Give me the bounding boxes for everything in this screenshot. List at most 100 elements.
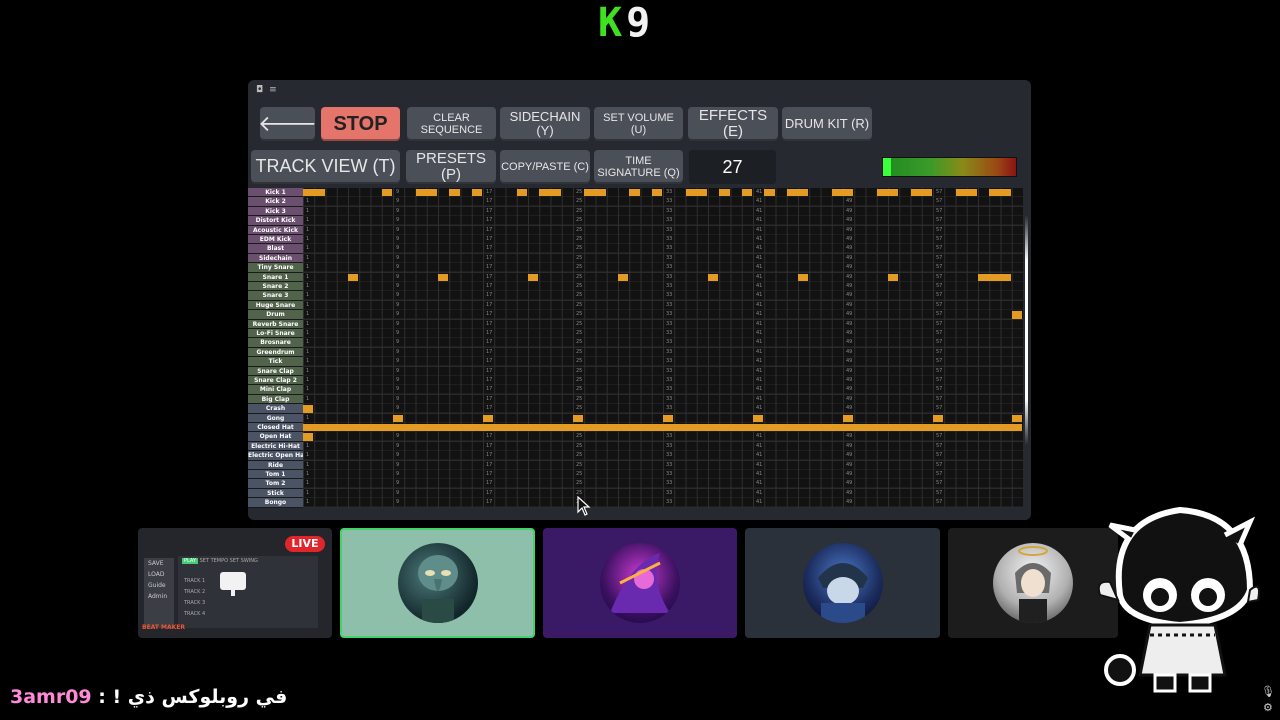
track-label[interactable]: Tick bbox=[248, 357, 303, 367]
presets-button[interactable]: PRESETS (P) bbox=[406, 150, 496, 184]
track-label[interactable]: Ride bbox=[248, 460, 303, 470]
track-label[interactable]: Kick 1 bbox=[248, 188, 303, 198]
track-label[interactable]: Tom 1 bbox=[248, 470, 303, 480]
active-note[interactable] bbox=[843, 414, 854, 422]
step-cells[interactable]: 19172533414957 bbox=[303, 357, 1023, 367]
track-label[interactable]: Tiny Snare bbox=[248, 263, 303, 273]
active-note[interactable] bbox=[483, 414, 494, 422]
step-cells[interactable]: 19172533414957 bbox=[303, 413, 1023, 423]
step-cells[interactable]: 19172533414957 bbox=[303, 291, 1023, 301]
active-note[interactable] bbox=[584, 189, 606, 197]
active-note[interactable] bbox=[303, 189, 325, 197]
track-label[interactable]: Mini Clap bbox=[248, 385, 303, 395]
participant-tile-2[interactable] bbox=[543, 528, 737, 638]
active-note[interactable] bbox=[303, 433, 314, 441]
step-cells[interactable]: 19172533414957 bbox=[303, 272, 1023, 282]
active-note[interactable] bbox=[1011, 414, 1022, 422]
track-label[interactable]: Huge Snare bbox=[248, 300, 303, 311]
track-label[interactable]: Tom 2 bbox=[248, 479, 303, 489]
active-note[interactable] bbox=[573, 414, 584, 422]
step-cells[interactable]: 19172533414957 bbox=[303, 470, 1023, 480]
step-cells[interactable]: 19172533414957 bbox=[303, 197, 1023, 207]
participant-tile-1[interactable] bbox=[340, 528, 535, 638]
active-note[interactable] bbox=[708, 273, 719, 281]
clear-sequence-button[interactable]: CLEAR SEQUENCE bbox=[407, 107, 496, 141]
active-note[interactable] bbox=[989, 189, 1011, 197]
active-note[interactable] bbox=[978, 273, 1011, 281]
step-cells[interactable]: 19172533414957 bbox=[303, 385, 1023, 395]
active-note[interactable] bbox=[393, 414, 404, 422]
step-cells[interactable]: 19172533414957 bbox=[303, 319, 1023, 329]
active-note[interactable] bbox=[955, 189, 977, 197]
set-volume-button[interactable]: SET VOLUME (U) bbox=[594, 107, 683, 141]
track-label[interactable]: Distort Kick bbox=[248, 216, 303, 226]
track-label[interactable]: Snare Clap bbox=[248, 366, 303, 376]
step-cells[interactable]: 19172533414957 bbox=[303, 253, 1023, 264]
tempo-input[interactable]: 27 bbox=[689, 150, 776, 184]
active-note[interactable] bbox=[528, 273, 539, 281]
track-label[interactable]: Open Hat bbox=[248, 432, 303, 442]
track-label[interactable]: Brosnare bbox=[248, 338, 303, 348]
track-label[interactable]: Crash bbox=[248, 404, 303, 414]
track-label[interactable]: Drum bbox=[248, 310, 303, 320]
back-button[interactable]: 🡐 bbox=[258, 107, 317, 141]
active-note[interactable] bbox=[876, 189, 899, 197]
track-label[interactable]: Lo-Fi Snare bbox=[248, 329, 303, 339]
active-note[interactable] bbox=[438, 273, 449, 281]
track-label[interactable]: Snare Clap 2 bbox=[248, 376, 303, 386]
step-cells[interactable]: 19172533414957 bbox=[303, 432, 1023, 442]
participant-tile-3[interactable] bbox=[745, 528, 940, 638]
active-note[interactable] bbox=[1011, 311, 1022, 319]
track-label[interactable]: EDM Kick bbox=[248, 235, 303, 245]
track-label[interactable]: Greendrum bbox=[248, 347, 303, 358]
track-view-button[interactable]: TRACK VIEW (T) bbox=[251, 150, 400, 184]
step-cells[interactable]: 19172533414957 bbox=[303, 451, 1023, 461]
active-note[interactable] bbox=[685, 189, 707, 197]
active-note[interactable] bbox=[831, 189, 854, 197]
copy-paste-button[interactable]: COPY/PASTE (C) bbox=[500, 150, 590, 184]
active-note[interactable] bbox=[651, 189, 662, 197]
active-note[interactable] bbox=[663, 414, 674, 422]
step-cells[interactable]: 19172533414957 bbox=[303, 206, 1023, 217]
track-label[interactable]: Snare 3 bbox=[248, 291, 303, 301]
track-label[interactable]: Snare 2 bbox=[248, 282, 303, 292]
step-cells[interactable]: 19172533414957 bbox=[303, 225, 1023, 235]
track-label[interactable]: Big Clap bbox=[248, 394, 303, 405]
step-cells[interactable]: 19172533414957 bbox=[303, 479, 1023, 489]
step-cells[interactable]: 19172533414957 bbox=[303, 423, 1023, 433]
active-note[interactable] bbox=[381, 189, 392, 197]
step-cells[interactable]: 19172533414957 bbox=[303, 404, 1023, 414]
track-label[interactable]: Snare 1 bbox=[248, 272, 303, 282]
track-label[interactable]: Closed Hat bbox=[248, 423, 303, 433]
active-note[interactable] bbox=[764, 189, 775, 197]
active-note[interactable] bbox=[741, 189, 752, 197]
step-cells[interactable]: 19172533414957 bbox=[303, 244, 1023, 254]
active-note[interactable] bbox=[888, 273, 899, 281]
step-cells[interactable]: 19172533414957 bbox=[303, 282, 1023, 292]
microphone-icon[interactable]: 🎙 bbox=[1261, 684, 1275, 700]
step-cells[interactable]: 19172533414957 bbox=[303, 329, 1023, 339]
track-label[interactable]: Kick 2 bbox=[248, 197, 303, 207]
active-note[interactable] bbox=[719, 189, 730, 197]
track-label[interactable]: Electric Open Hat bbox=[248, 451, 303, 461]
step-cells[interactable]: 19172533414957 bbox=[303, 310, 1023, 320]
grid-scrollbar[interactable] bbox=[1025, 215, 1028, 445]
step-cells[interactable]: 19172533414957 bbox=[303, 235, 1023, 245]
step-cells[interactable]: 19172533414957 bbox=[303, 498, 1023, 508]
track-label[interactable]: Gong bbox=[248, 413, 303, 423]
active-note[interactable] bbox=[753, 414, 764, 422]
step-cells[interactable]: 19172533414957 bbox=[303, 216, 1023, 226]
track-label[interactable]: Bongo bbox=[248, 498, 303, 508]
step-cells[interactable]: 19172533414957 bbox=[303, 188, 1023, 198]
sidechain-button[interactable]: SIDECHAIN (Y) bbox=[500, 107, 590, 141]
step-cells[interactable]: 19172533414957 bbox=[303, 460, 1023, 470]
active-note[interactable] bbox=[618, 273, 629, 281]
active-note[interactable] bbox=[786, 189, 809, 197]
step-cells[interactable]: 19172533414957 bbox=[303, 394, 1023, 405]
active-note[interactable] bbox=[910, 189, 932, 197]
active-note[interactable] bbox=[516, 189, 527, 197]
effects-button[interactable]: EFFECTS (E) bbox=[688, 107, 778, 141]
track-label[interactable]: Electric Hi-Hat bbox=[248, 441, 303, 452]
stop-button[interactable]: STOP bbox=[321, 107, 400, 141]
step-cells[interactable]: 19172533414957 bbox=[303, 488, 1023, 499]
